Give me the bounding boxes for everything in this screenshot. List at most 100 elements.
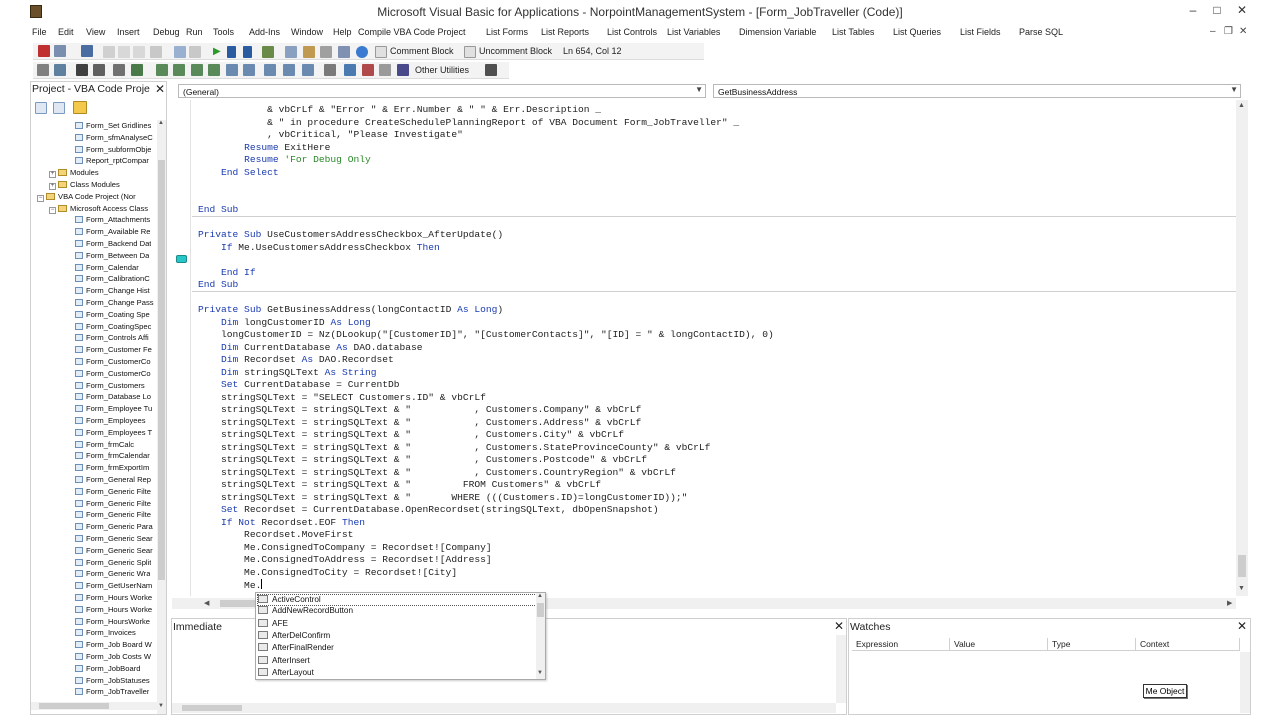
code-line[interactable]: Dim CurrentDatabase As DAO.database — [198, 342, 423, 355]
object-dropdown[interactable]: (General) ▼ — [178, 84, 706, 98]
tree-item[interactable]: Form_frmCalendar — [75, 451, 150, 463]
tree-item[interactable]: Form_Calendar — [75, 263, 139, 275]
undo-icon[interactable] — [174, 46, 186, 58]
intellisense-item[interactable]: AddNewRecordButton — [258, 606, 353, 618]
access-view-icon[interactable] — [38, 45, 50, 57]
utility-icon-13[interactable] — [264, 64, 276, 76]
tree-project-node[interactable]: − VBA Code Project (Nor — [37, 192, 136, 204]
collapse-icon[interactable]: − — [37, 194, 44, 202]
utility-icon-19[interactable] — [379, 64, 391, 76]
tree-item[interactable]: Form_HoursWorke — [75, 617, 150, 629]
scroll-up-arrow-icon[interactable]: ▲ — [1238, 102, 1245, 109]
project-tree-scroll-thumb[interactable] — [158, 160, 165, 580]
intellisense-item[interactable]: ActiveControl — [257, 594, 537, 607]
code-line[interactable]: Private Sub UseCustomersAddressCheckbox_… — [198, 229, 503, 242]
code-line[interactable]: Me.ConsignedToCity = Recordset![City] — [198, 567, 457, 580]
break-icon[interactable] — [227, 46, 236, 58]
tree-item[interactable]: Form_Available Re — [75, 227, 150, 239]
tree-item[interactable]: Form_Set Gridlines — [75, 121, 151, 133]
utility-icon-20[interactable] — [397, 64, 409, 76]
code-line[interactable]: Set CurrentDatabase = CurrentDb — [198, 379, 399, 392]
utility-icon-1[interactable] — [37, 64, 49, 76]
menu-debug[interactable]: Debug — [153, 27, 180, 37]
redo-icon[interactable] — [189, 46, 201, 58]
run-icon[interactable]: ▶ — [213, 46, 221, 57]
code-line[interactable]: & vbCrLf & "Error " & Err.Number & " " &… — [198, 104, 601, 117]
code-line[interactable]: Dim longCustomerID As Long — [198, 317, 371, 330]
tree-item[interactable]: Form_GetUserNam — [75, 581, 152, 593]
toolbox-icon[interactable] — [338, 46, 350, 58]
utility-icon-17[interactable] — [344, 64, 356, 76]
menu-insert[interactable]: Insert — [117, 27, 140, 37]
tree-item[interactable]: Form_Job Costs W — [75, 652, 151, 664]
menu-parse-sql[interactable]: Parse SQL — [1019, 27, 1063, 37]
watches-close-button[interactable]: ✕ — [1237, 619, 1247, 633]
expand-icon[interactable]: + — [49, 183, 56, 190]
immediate-close-button[interactable]: ✕ — [834, 619, 844, 633]
code-line[interactable]: If Not Recordset.EOF Then — [198, 517, 365, 530]
tree-item[interactable]: Form_JobTraveller — [75, 687, 149, 699]
code-line[interactable]: stringSQLText = stringSQLText & " , Cust… — [198, 442, 710, 455]
utility-icon-7[interactable] — [156, 64, 168, 76]
tree-folder-node[interactable]: + Modules — [49, 168, 99, 180]
tree-item[interactable]: Form_Attachments — [75, 215, 150, 227]
utility-icon-14[interactable] — [283, 64, 295, 76]
code-line[interactable]: stringSQLText = "SELECT Customers.ID" & … — [198, 392, 486, 405]
utility-icon-16[interactable] — [324, 64, 336, 76]
uncomment-block-icon[interactable] — [464, 46, 476, 58]
tree-item[interactable]: Form_Generic Filte — [75, 499, 151, 511]
project-panel-close-button[interactable]: ✕ — [155, 82, 165, 96]
save-icon[interactable] — [81, 45, 93, 57]
utility-icon-8[interactable] — [173, 64, 185, 76]
menu-run[interactable]: Run — [186, 27, 203, 37]
view-object-icon[interactable] — [53, 102, 65, 114]
menu-list-variables[interactable]: List Variables — [667, 27, 720, 37]
procedure-dropdown[interactable]: GetBusinessAddress ▼ — [713, 84, 1241, 98]
intellisense-item[interactable]: AfterLayout — [258, 667, 314, 680]
tools-icon[interactable] — [485, 64, 497, 76]
watches-window[interactable]: Watches ✕ Expression Value Type Context — [848, 618, 1251, 715]
code-line[interactable]: End Sub — [198, 204, 238, 217]
intellisense-list[interactable]: ActiveControl AddNewRecordButton AFE AfterD… — [255, 592, 546, 680]
tree-item[interactable]: Form_Invoices — [75, 628, 136, 640]
utility-icon-15[interactable] — [302, 64, 314, 76]
tree-item[interactable]: Form_Employees — [75, 416, 146, 428]
code-line[interactable]: Resume 'For Debug Only — [198, 154, 371, 167]
help-icon[interactable] — [356, 46, 368, 58]
tree-item[interactable]: Form_Between Da — [75, 251, 149, 263]
scroll-left-arrow-icon[interactable]: ◀ — [204, 599, 209, 607]
watches-column-value[interactable]: Value — [950, 638, 1048, 651]
tree-item[interactable]: Form_Job Board W — [75, 640, 152, 652]
find-icon[interactable] — [150, 46, 162, 58]
tree-item[interactable]: Form_Change Hist — [75, 286, 150, 298]
code-line[interactable]: stringSQLText = stringSQLText & " , Cust… — [198, 454, 647, 467]
intellisense-scroll-thumb[interactable] — [537, 603, 544, 617]
menu-list-reports[interactable]: List Reports — [541, 27, 589, 37]
properties-icon[interactable] — [303, 46, 315, 58]
tree-item[interactable]: Form_frmExportIm — [75, 463, 149, 475]
other-utilities-menu[interactable]: Other Utilities — [415, 65, 469, 75]
watches-column-context[interactable]: Context — [1136, 638, 1240, 651]
intellisense-item[interactable]: AFE — [258, 618, 288, 631]
design-mode-icon[interactable] — [262, 46, 274, 58]
intellisense-scrollbar[interactable]: ▲ ▼ — [536, 593, 545, 679]
toggle-folders-icon[interactable] — [73, 101, 87, 114]
code-line[interactable]: stringSQLText = stringSQLText & " , Cust… — [198, 429, 624, 442]
view-code-icon[interactable] — [35, 102, 47, 114]
tree-item[interactable]: Form_Hours Worke — [75, 605, 152, 617]
menu-list-forms[interactable]: List Forms — [486, 27, 528, 37]
object-browser-icon[interactable] — [320, 46, 332, 58]
utility-icon-3[interactable] — [76, 64, 88, 76]
tree-item[interactable]: Form_JobStatuses — [75, 676, 150, 688]
mdi-close-button[interactable]: ✕ — [1239, 26, 1247, 37]
paste-icon[interactable] — [133, 46, 145, 58]
code-line[interactable]: Me.ConsignedToCompany = Recordset![Compa… — [198, 542, 492, 555]
code-line[interactable]: longCustomerID = Nz(DLookup("[CustomerID… — [198, 329, 774, 342]
utility-icon-12[interactable] — [243, 64, 255, 76]
tree-item[interactable]: Form_Generic Para — [75, 522, 153, 534]
tree-item[interactable]: Form_Employees T — [75, 428, 152, 440]
menu-compile-vba-code-project[interactable]: Compile VBA Code Project — [358, 27, 466, 37]
tree-item[interactable]: Form_Generic Sear — [75, 534, 153, 546]
scroll-up-arrow-icon[interactable]: ▲ — [537, 593, 543, 599]
mdi-restore-button[interactable]: ❐ — [1224, 26, 1233, 37]
